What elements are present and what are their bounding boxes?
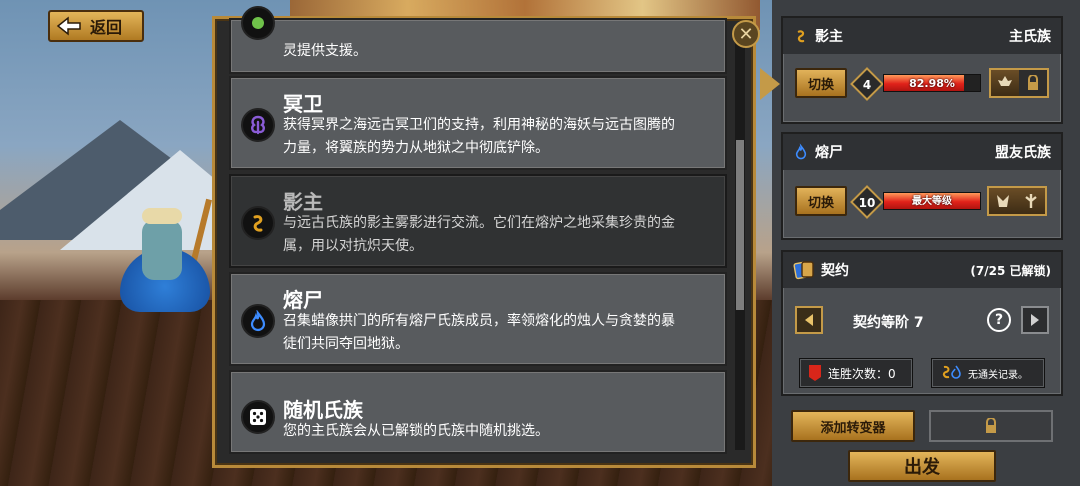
arrow-left-icon	[56, 16, 81, 36]
contract-title: 契约	[821, 263, 849, 279]
primary-xp-text: 82.98%	[909, 77, 955, 90]
rank-prev-button[interactable]	[795, 306, 823, 334]
clan-list-scrollbar[interactable]	[735, 30, 745, 450]
clan-card-melting-remnant[interactable]: 熔尸 召集蜡像拱门的所有熔尸氏族成员，率领熔化的烛人与贪婪的暴徒们共同夺回地狱。	[229, 272, 727, 366]
contract-rank-label: 契约等阶 7	[853, 315, 924, 331]
help-button[interactable]: ?	[987, 308, 1011, 332]
add-mutator-button[interactable]: 添加转变器	[791, 410, 915, 442]
primary-xp-bar: 82.98%	[883, 74, 981, 92]
gold-swirl-icon	[241, 206, 275, 240]
scrollbar-thumb[interactable]	[736, 140, 744, 310]
selection-pointer	[760, 68, 780, 100]
arrow-right-icon	[1031, 314, 1039, 326]
purple-tentacle-icon	[241, 108, 275, 142]
clan-description: 与远古氏族的影主雾影进行交流。它们在熔炉之地采集珍贵的金属，用以对抗炽天使。	[283, 215, 675, 254]
rank-next-button[interactable]	[1021, 306, 1049, 334]
primary-level: 4	[862, 78, 872, 92]
lock-icon	[1019, 70, 1047, 96]
ally-xp-bar: 最大等级	[883, 192, 981, 210]
arrow-left-icon	[805, 314, 813, 326]
contract-unlocked-count: (7/25 已解锁)	[970, 263, 1051, 278]
win-streak-label: 连胜次数：0	[828, 366, 896, 381]
clan-card-umbra[interactable]: 影主 与远古氏族的影主雾影进行交流。它们在熔炉之地采集珍贵的金属，用以对抗炽天使…	[229, 174, 727, 268]
primary-clan-box: 影主 主氏族 切换 4 82.98%	[781, 16, 1063, 124]
ally-clan-name: 熔尸	[815, 145, 843, 161]
clan-description: 灵提供支援。	[283, 43, 367, 59]
contract-rank-row: 契约等阶 7 ?	[781, 302, 1063, 342]
lock-icon	[986, 418, 996, 433]
clan-description: 召集蜡像拱门的所有熔尸氏族成员，率领熔化的烛人与贪婪的暴徒们共同夺回地狱。	[283, 313, 675, 352]
contract-cards-icon	[793, 261, 814, 280]
clan-description: 获得冥界之海远古冥卫们的支持，利用神秘的海妖与远古图腾的力量，将翼族的势力从地狱…	[283, 117, 675, 156]
close-icon: ✕	[738, 23, 754, 45]
back-button-label: 返回	[90, 18, 123, 37]
blue-flame-icon	[241, 304, 275, 338]
primary-clan-role: 主氏族	[1009, 29, 1051, 45]
contract-header: 契约 (7/25 已解锁)	[783, 252, 1061, 288]
ally-clan-role: 盟友氏族	[995, 145, 1051, 161]
primary-champion-slots[interactable]	[989, 68, 1049, 98]
clan-card-partial[interactable]: 灵提供支援。	[229, 6, 727, 74]
clan-description: 您的主氏族会从已解锁的氏族中随机挑选。	[283, 423, 549, 439]
clan-title: 随机氏族	[283, 398, 363, 422]
champion-icon[interactable]	[989, 188, 1017, 214]
locked-slot-button[interactable]	[929, 410, 1053, 442]
close-button[interactable]: ✕	[732, 20, 760, 48]
clan-title: 影主	[283, 190, 323, 214]
primary-clan-name: 影主	[815, 29, 843, 45]
clan-pair-icon	[942, 365, 961, 379]
depart-button[interactable]: 出发	[848, 450, 996, 482]
ally-clan-box: 熔尸 盟友氏族 切换 10 最大等级	[781, 132, 1063, 240]
clan-leader-character	[112, 198, 222, 316]
clan-card-netherguard[interactable]: 冥卫 获得冥界之海远古冥卫们的支持，利用神秘的海妖与远古图腾的力量，将翼族的势力…	[229, 76, 727, 170]
ally-champion-slots[interactable]	[987, 186, 1047, 216]
ally-clan-header: 熔尸 盟友氏族	[783, 134, 1061, 170]
green-clan-icon	[241, 6, 275, 40]
ally-swap-button[interactable]: 切换	[795, 186, 847, 216]
primary-clan-header: 影主 主氏族	[783, 18, 1061, 54]
clear-record-chip: 无通关记录。	[931, 358, 1045, 388]
champion-icon[interactable]	[1017, 188, 1045, 214]
primary-swap-button[interactable]: 切换	[795, 68, 847, 98]
win-streak-chip: 连胜次数：0	[799, 358, 913, 388]
ally-level: 10	[858, 196, 876, 210]
blue-flame-icon	[795, 143, 807, 160]
dice-icon	[241, 400, 275, 434]
clan-title: 冥卫	[283, 92, 323, 116]
gold-swirl-icon	[797, 30, 805, 43]
back-button[interactable]: 返回	[48, 10, 144, 42]
clear-record-label: 无通关记录。	[968, 369, 1028, 381]
ally-xp-text: 最大等级	[912, 196, 952, 207]
clan-card-random[interactable]: 随机氏族 您的主氏族会从已解锁的氏族中随机挑选。	[229, 370, 727, 454]
clan-title: 熔尸	[283, 288, 323, 312]
red-banner-icon	[809, 365, 821, 381]
champion-icon[interactable]	[991, 70, 1019, 96]
